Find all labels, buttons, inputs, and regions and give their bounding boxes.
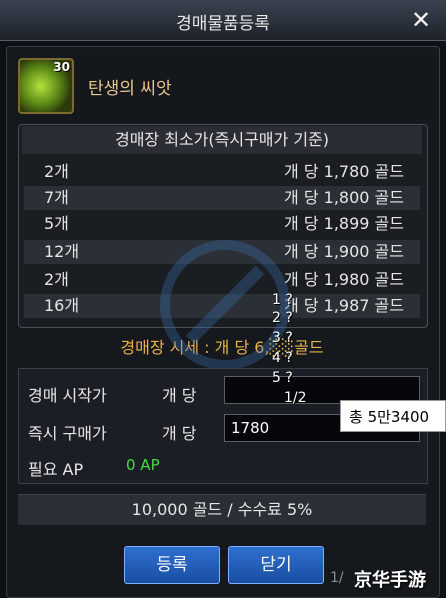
buyout-price-label: 즉시 구매가 bbox=[28, 424, 107, 443]
fee-info: 10,000 골드 / 수수료 5% bbox=[18, 494, 426, 525]
candidate-item[interactable]: 3 ? bbox=[272, 330, 293, 346]
site-logo: 京华手游 bbox=[354, 570, 426, 591]
candidate-item[interactable]: 2 ? bbox=[272, 310, 293, 326]
price-row-price: 개 당 1,780 골드 bbox=[284, 162, 404, 181]
item-row bbox=[14, 56, 432, 120]
price-row-price: 개 당 1,899 골드 bbox=[284, 214, 404, 233]
price-row-price: 개 당 1,987 골드 bbox=[284, 296, 404, 315]
start-price-unit: 개 당 bbox=[162, 386, 197, 405]
price-row-qty: 16개 bbox=[44, 296, 80, 315]
candidate-page: 1/2 bbox=[284, 390, 307, 406]
ap-label: 필요 AP bbox=[28, 460, 84, 479]
buyout-price-unit: 개 당 bbox=[162, 424, 197, 443]
close-button[interactable]: 닫기 bbox=[228, 546, 324, 584]
candidate-item[interactable]: 1 ? bbox=[272, 292, 293, 308]
price-row-qty: 12개 bbox=[44, 242, 80, 261]
price-row-price: 개 당 1,900 골드 bbox=[284, 242, 404, 261]
price-row-price: 개 당 1,980 골드 bbox=[284, 270, 404, 289]
close-icon[interactable]: ✕ bbox=[404, 4, 438, 36]
start-price-label: 경매 시작가 bbox=[28, 386, 107, 405]
register-button[interactable]: 등록 bbox=[124, 546, 220, 584]
item-count-badge: 30 bbox=[53, 60, 70, 74]
page-indicator: 1/ bbox=[330, 570, 344, 586]
window-title: 경매물품등록 bbox=[176, 14, 270, 34]
min-price-header: 경매장 최소가(즉시구매가 기준) bbox=[22, 126, 422, 154]
item-name: 탄생의 씨앗 bbox=[88, 79, 172, 99]
price-row-qty: 5개 bbox=[44, 214, 69, 233]
price-row: 7개 개 당 1,800 골드 bbox=[24, 186, 420, 210]
price-row: 2개 개 당 1,780 골드 bbox=[24, 160, 420, 184]
ap-value: 0 AP bbox=[126, 456, 160, 474]
price-row-qty: 2개 bbox=[44, 162, 69, 181]
candidate-item[interactable]: 5 ? bbox=[272, 370, 293, 386]
price-row-qty: 2개 bbox=[44, 270, 69, 289]
price-row-qty: 7개 bbox=[44, 188, 69, 207]
total-price-tooltip: 총 5만3400 bbox=[340, 400, 446, 432]
candidate-item[interactable]: 4 ? bbox=[272, 350, 293, 366]
price-row-price: 개 당 1,800 골드 bbox=[284, 188, 404, 207]
